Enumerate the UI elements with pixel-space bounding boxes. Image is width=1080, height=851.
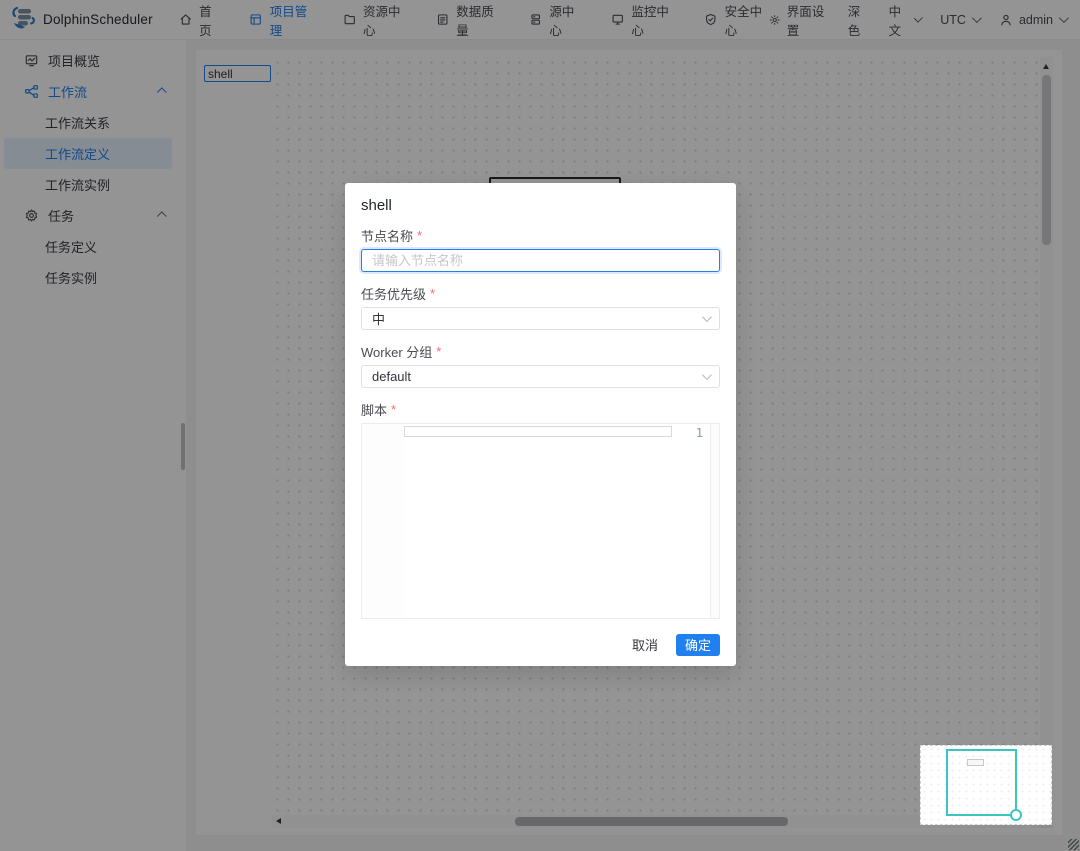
script-code-editor[interactable]: 1 xyxy=(361,423,720,619)
worker-group-selected-value: default xyxy=(372,369,412,384)
node-name-label: 节点名称 * xyxy=(361,226,720,244)
field-label-text: 节点名称 xyxy=(361,228,414,244)
priority-select[interactable]: 中 xyxy=(361,307,720,330)
cancel-button[interactable]: 取消 xyxy=(628,633,662,656)
modal-title: shell xyxy=(361,197,392,214)
node-name-input[interactable] xyxy=(361,249,720,272)
required-asterisk: * xyxy=(391,401,397,417)
modal-footer: 取消 确定 xyxy=(628,633,720,656)
required-asterisk: * xyxy=(417,227,423,243)
editor-gutter xyxy=(362,424,404,618)
script-label: 脚本 * xyxy=(361,400,720,418)
chevron-down-icon xyxy=(701,312,712,323)
script-field-group: 脚本 * 1 xyxy=(361,400,720,619)
worker-group-label: Worker 分组 * xyxy=(361,342,720,360)
chevron-down-icon xyxy=(701,370,712,381)
priority-selected-value: 中 xyxy=(372,312,386,327)
dag-minimap[interactable] xyxy=(920,745,1052,825)
required-asterisk: * xyxy=(430,285,436,301)
worker-group-select[interactable]: default xyxy=(361,365,720,388)
priority-field-group: 任务优先级 * 中 xyxy=(361,284,720,330)
minimap-resize-handle[interactable] xyxy=(1010,809,1022,821)
field-label-text: 脚本 xyxy=(361,402,388,418)
editor-line-number: 1 xyxy=(695,426,703,440)
priority-label: 任务优先级 * xyxy=(361,284,720,302)
field-label-text: Worker 分组 xyxy=(361,344,433,360)
worker-group-field-group: Worker 分组 * default xyxy=(361,342,720,388)
required-asterisk: * xyxy=(436,343,442,359)
field-label-text: 任务优先级 xyxy=(361,286,427,302)
editor-scrollbar[interactable] xyxy=(710,424,719,618)
task-edit-modal: shell 节点名称 * 任务优先级 * 中 Worker 分组 * defau… xyxy=(345,183,736,666)
confirm-button[interactable]: 确定 xyxy=(675,633,720,656)
minimap-node xyxy=(967,759,984,766)
node-name-field-group: 节点名称 * xyxy=(361,226,720,272)
editor-active-line[interactable] xyxy=(404,426,672,437)
